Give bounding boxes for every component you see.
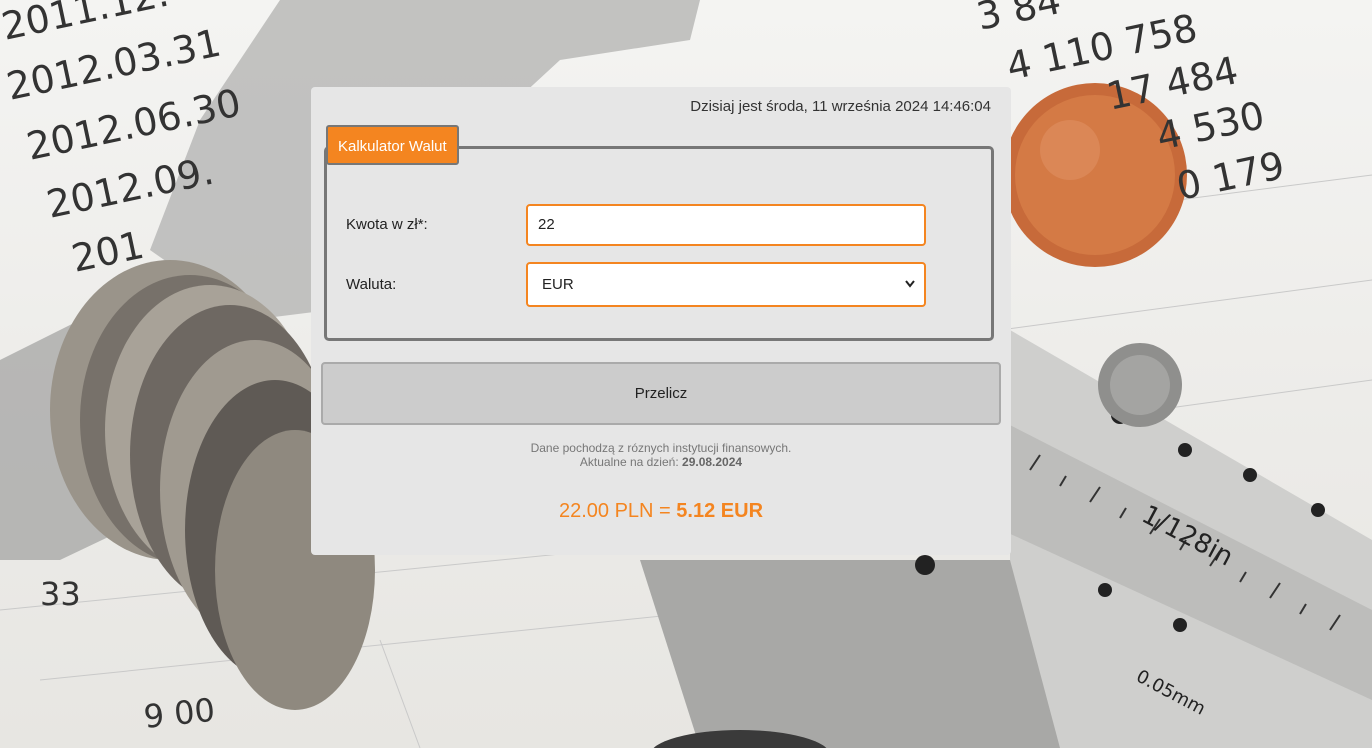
calculator-panel: Dzisiaj jest środa, 11 września 2024 14:… bbox=[311, 87, 1011, 555]
chevron-down-icon bbox=[904, 264, 916, 322]
updated-prefix: Aktualne na dzień: bbox=[579, 455, 679, 469]
result-to: 5.12 EUR bbox=[676, 500, 764, 522]
currency-selected-value: EUR bbox=[542, 276, 574, 293]
amount-input[interactable]: 22 bbox=[526, 204, 926, 246]
amount-value: 22 bbox=[538, 216, 555, 233]
result-from: 22.00 PLN = bbox=[558, 500, 671, 522]
source-note: Dane pochodzą z róznych instytucji finan… bbox=[311, 441, 1011, 469]
bg-number: 33 bbox=[40, 575, 81, 613]
amount-label: Kwota w zł*: bbox=[346, 216, 428, 233]
bg-number: 3 84 bbox=[973, 0, 1065, 39]
convert-button[interactable]: Przelicz bbox=[321, 362, 1001, 425]
current-date: Dzisiaj jest środa, 11 września 2024 14:… bbox=[690, 98, 991, 115]
updated-date: 29.08.2024 bbox=[682, 455, 743, 469]
calculator-legend: Kalkulator Walut bbox=[326, 125, 459, 165]
updated-line: Aktualne na dzień: 29.08.2024 bbox=[311, 455, 1011, 469]
bg-number: 9 00 bbox=[142, 691, 217, 736]
currency-label: Waluta: bbox=[346, 276, 397, 293]
source-text: Dane pochodzą z róznych instytucji finan… bbox=[530, 441, 792, 455]
bg-number: 0 179 bbox=[1173, 143, 1289, 209]
conversion-result: 22.00 PLN = 5.12 EUR bbox=[311, 500, 1011, 523]
currency-select[interactable]: EUR bbox=[526, 262, 926, 307]
